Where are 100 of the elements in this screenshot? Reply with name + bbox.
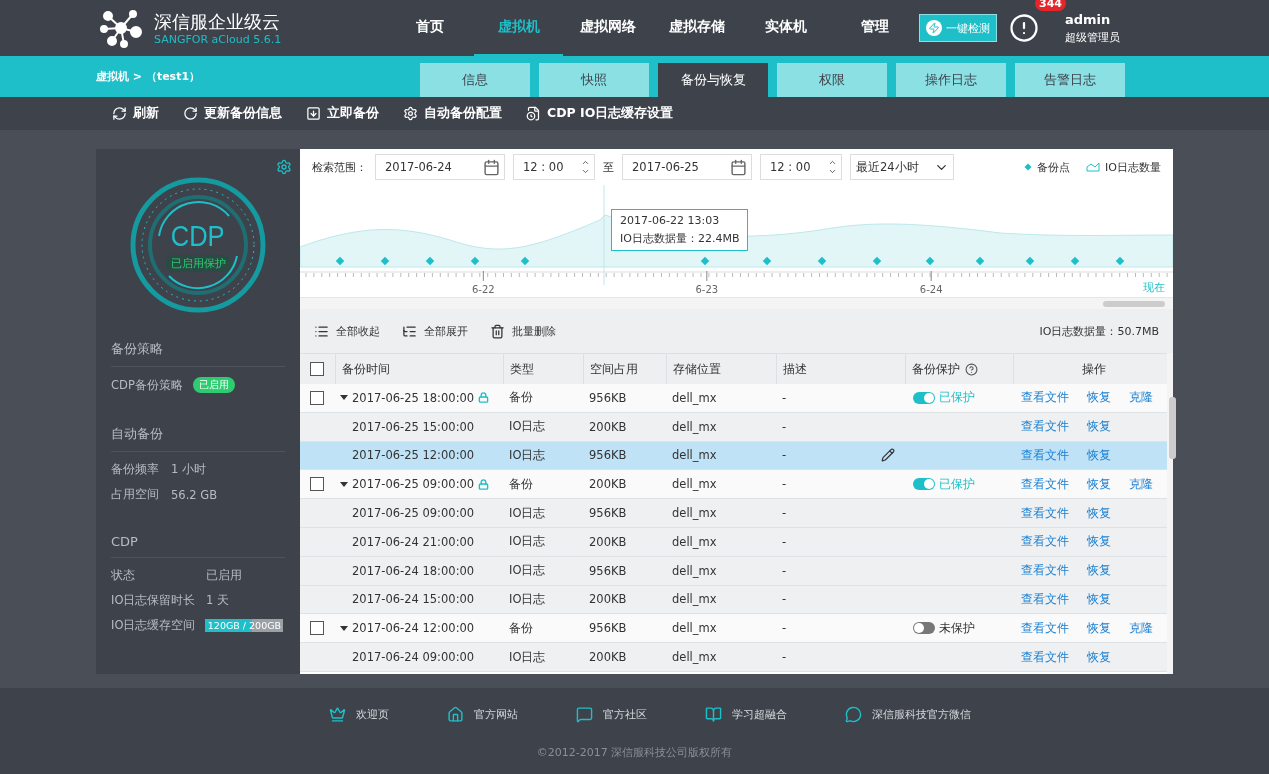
tab[interactable]: 操作日志 xyxy=(896,63,1006,97)
calendar-icon[interactable] xyxy=(730,158,747,176)
action-link[interactable]: 恢复 xyxy=(1087,649,1111,665)
action-link[interactable]: 克隆 xyxy=(1129,476,1153,492)
table-cell: 200KB xyxy=(589,419,627,434)
action-link[interactable]: 查看文件 xyxy=(1021,505,1069,521)
table-cell: 2017-06-25 15:00:00 xyxy=(352,419,475,434)
toolbar-button[interactable]: CDP IO日志缓存设置 xyxy=(526,105,674,122)
date-field[interactable]: 2017-06-25 xyxy=(622,154,752,180)
action-link[interactable]: 查看文件 xyxy=(1021,620,1069,636)
table-cell: 956KB xyxy=(589,390,627,405)
table-row[interactable]: 2017-06-24 21:00:00 IO日志 200KB dell_mx - 查看文件 恢复 xyxy=(300,528,1167,557)
footer-link[interactable]: 官方社区 xyxy=(575,706,647,723)
range-select[interactable]: 最近24小时 xyxy=(850,154,954,180)
table-cell: dell_mx xyxy=(672,390,717,405)
footer-link[interactable]: 欢迎页 xyxy=(328,706,389,723)
checkbox[interactable] xyxy=(310,362,324,376)
checkbox[interactable] xyxy=(310,621,324,636)
caret-icon[interactable] xyxy=(340,395,348,401)
toolbar-button[interactable]: 刷新 xyxy=(112,105,159,122)
house-icon xyxy=(446,706,464,723)
toggle-switch[interactable] xyxy=(913,622,935,635)
axis-label: 6-22 xyxy=(472,284,495,295)
tab[interactable]: 信息 xyxy=(420,63,530,97)
horizontal-scrollbar[interactable] xyxy=(300,297,1173,309)
time-field[interactable]: 12 : 00 xyxy=(513,154,595,180)
footer-link[interactable]: 官方网站 xyxy=(446,706,518,723)
action-link[interactable]: 恢复 xyxy=(1087,505,1111,521)
action-link[interactable]: 恢复 xyxy=(1087,563,1111,579)
action-link[interactable]: 查看文件 xyxy=(1021,563,1069,579)
spinner-icon[interactable] xyxy=(828,158,837,176)
action-link[interactable]: 恢复 xyxy=(1087,476,1111,492)
action-link[interactable]: 克隆 xyxy=(1129,620,1153,636)
refresh-icon xyxy=(112,106,127,121)
action-link[interactable]: 查看文件 xyxy=(1021,419,1069,435)
table-cell: 956KB xyxy=(589,506,627,521)
edit-icon[interactable] xyxy=(881,448,895,463)
table-row[interactable]: 2017-06-24 09:00:00 IO日志 200KB dell_mx - 查看文件 恢复 xyxy=(300,643,1167,672)
toolbar-button[interactable]: 更新备份信息 xyxy=(183,105,282,122)
table-row[interactable]: 2017-06-25 15:00:00 IO日志 200KB dell_mx - 查看文件 恢复 xyxy=(300,412,1167,442)
info-label: CDP备份策略 xyxy=(111,377,183,393)
nav-item[interactable]: 首页 xyxy=(385,0,474,56)
action-link[interactable]: 克隆 xyxy=(1129,390,1153,406)
brand-subtitle: SANGFOR aCloud 5.6.1 xyxy=(154,32,282,46)
toggle-switch[interactable] xyxy=(913,391,935,404)
action-link[interactable]: 查看文件 xyxy=(1021,591,1069,607)
table-row[interactable]: 2017-06-25 09:00:00 备份 200KB dell_mx - 已保护 查看文件 恢复 克隆 xyxy=(300,470,1167,500)
table-tool-button[interactable]: 批量删除 xyxy=(490,323,556,339)
footer-link[interactable]: 学习超融合 xyxy=(704,706,787,723)
table-cell: 200KB xyxy=(589,650,627,665)
action-link[interactable]: 查看文件 xyxy=(1021,534,1069,550)
table-row[interactable]: 2017-06-25 18:00:00 备份 956KB dell_mx - 已保护 查看文件 恢复 克隆 xyxy=(300,384,1167,413)
vertical-scrollbar[interactable] xyxy=(1167,353,1173,674)
table-row[interactable]: 2017-06-24 18:00:00 IO日志 956KB dell_mx - 查看文件 恢复 xyxy=(300,556,1167,586)
table-tool-button[interactable]: 全部展开 xyxy=(402,323,468,339)
toolbar-button[interactable]: 自动备份配置 xyxy=(403,105,502,122)
nav-item[interactable]: 实体机 xyxy=(741,0,830,56)
toggle-switch[interactable] xyxy=(913,478,935,491)
table-row[interactable]: 2017-06-25 09:00:00 IO日志 956KB dell_mx - 查看文件 恢复 xyxy=(300,499,1167,528)
table-row[interactable]: 2017-06-24 12:00:00 备份 956KB dell_mx - 未保护 查看文件 恢复 克隆 xyxy=(300,614,1167,644)
action-link[interactable]: 恢复 xyxy=(1087,390,1111,406)
settings-icon[interactable] xyxy=(276,159,292,175)
checkbox[interactable] xyxy=(310,477,324,492)
footer-link[interactable]: 深信服科技官方微信 xyxy=(844,706,971,723)
nav-item[interactable]: 虚拟存储 xyxy=(652,0,741,56)
toolbar-button[interactable]: 立即备份 xyxy=(306,105,379,122)
date-field[interactable]: 2017-06-24 xyxy=(375,154,505,180)
legend-item: IO日志数量 xyxy=(1086,159,1161,175)
table-cell: 2017-06-24 15:00:00 xyxy=(352,592,475,607)
table-row[interactable]: 2017-06-25 12:00:00 IO日志 956KB dell_mx - 查看文件 恢复 xyxy=(300,441,1167,471)
action-link[interactable]: 查看文件 xyxy=(1021,476,1069,492)
nav-item[interactable]: 虚拟网络 xyxy=(563,0,652,56)
action-link[interactable]: 恢复 xyxy=(1087,534,1111,550)
checkbox[interactable] xyxy=(310,390,324,405)
table-cell: 备份 xyxy=(509,476,533,492)
table-cell: - xyxy=(782,534,787,549)
table-tool-button[interactable]: 全部收起 xyxy=(314,323,380,339)
user-name[interactable]: admin xyxy=(1065,11,1120,27)
table-cell: IO日志 xyxy=(509,534,546,550)
table-cell: IO日志 xyxy=(509,563,546,579)
alert-icon[interactable] xyxy=(1009,13,1039,43)
action-link[interactable]: 恢复 xyxy=(1087,591,1111,607)
tab[interactable]: 权限 xyxy=(777,63,887,97)
action-link[interactable]: 恢复 xyxy=(1087,419,1111,435)
caret-icon[interactable] xyxy=(340,481,348,487)
nav-item[interactable]: 管理 xyxy=(830,0,919,56)
time-field[interactable]: 12 : 00 xyxy=(760,154,842,180)
logo-icon xyxy=(100,8,142,48)
action-link[interactable]: 查看文件 xyxy=(1021,390,1069,406)
table-cell: 2017-06-24 12:00:00 xyxy=(352,621,475,636)
help-icon[interactable] xyxy=(965,362,978,376)
calendar-icon[interactable] xyxy=(483,158,500,176)
tab[interactable]: 快照 xyxy=(539,63,649,97)
tab[interactable]: 告警日志 xyxy=(1015,63,1125,97)
action-link[interactable]: 恢复 xyxy=(1087,620,1111,636)
table-row[interactable]: 2017-06-24 15:00:00 IO日志 200KB dell_mx - 查看文件 恢复 xyxy=(300,585,1167,615)
tab[interactable]: 备份与恢复 xyxy=(658,63,768,97)
spinner-icon[interactable] xyxy=(581,158,590,176)
action-link[interactable]: 查看文件 xyxy=(1021,649,1069,665)
caret-icon[interactable] xyxy=(340,625,348,631)
